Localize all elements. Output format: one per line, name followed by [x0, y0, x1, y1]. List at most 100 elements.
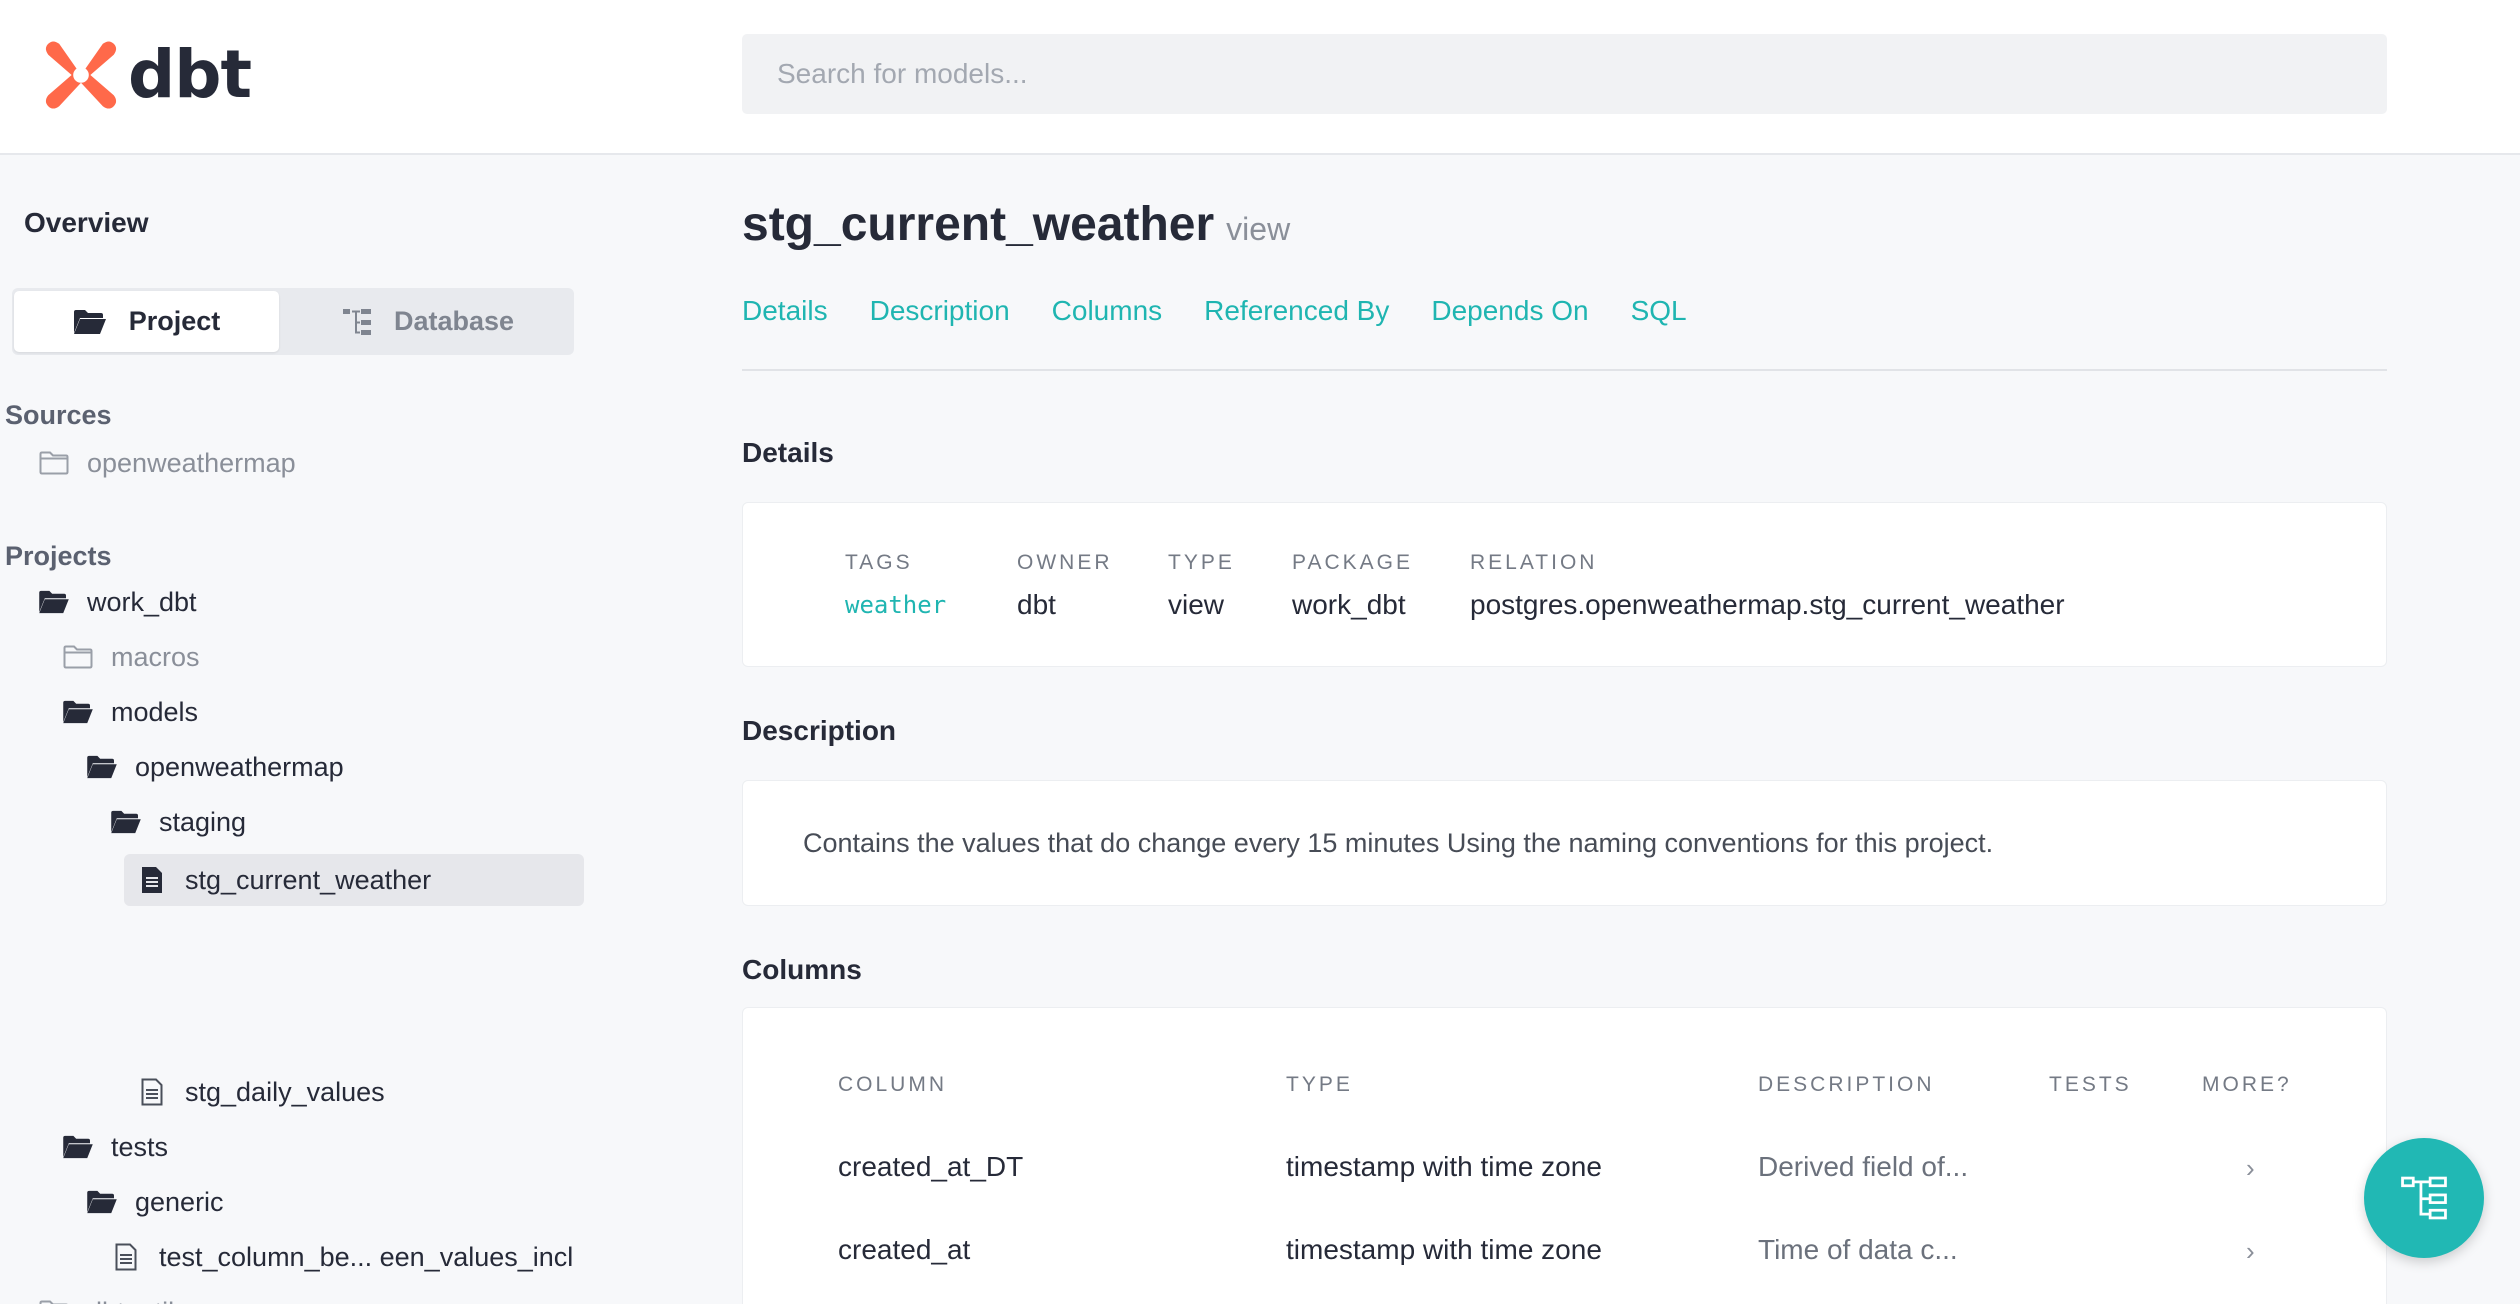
tree-item-dbt-utils[interactable]: dbt_utils	[38, 1286, 188, 1304]
tree-item-tests[interactable]: tests	[62, 1121, 168, 1173]
detail-value: work_dbt	[1292, 589, 1406, 620]
folder-closed-icon	[38, 1300, 70, 1304]
tag-link[interactable]: weather	[845, 591, 946, 619]
dbt-logo-mark-icon	[45, 41, 117, 109]
detail-value: view	[1168, 589, 1225, 620]
file-outline-icon	[110, 1243, 142, 1271]
sidebar: Overview Project Database Sources openwe…	[0, 157, 600, 1304]
tree-item-label: work_dbt	[87, 586, 197, 617]
columns-heading: Columns	[742, 954, 862, 985]
tree-item-macros[interactable]: macros	[62, 631, 200, 683]
column-header-column: COLUMN	[838, 1073, 948, 1096]
projects-title: Projects	[5, 541, 112, 571]
detail-value: dbt	[1017, 589, 1056, 620]
tree-item-label: test_column_be... een_values_incl	[159, 1241, 574, 1272]
column-description: Time of data c...	[1758, 1234, 1958, 1265]
detail-label: PACKAGE	[1292, 551, 1413, 574]
column-name: created_at	[838, 1234, 971, 1265]
top-header: dbt	[0, 0, 2520, 155]
tree-item-label: stg_daily_values	[185, 1076, 385, 1107]
tab-sql[interactable]: SQL	[1631, 295, 1687, 327]
tree-item-label: generic	[135, 1186, 224, 1217]
folder-open-icon	[62, 1135, 94, 1159]
column-header-more: MORE?	[2202, 1073, 2292, 1096]
tree-item-label: openweathermap	[135, 751, 344, 782]
chevron-right-icon[interactable]: ›	[2246, 1153, 2255, 1184]
file-outline-icon	[136, 1078, 168, 1106]
folder-open-icon	[62, 700, 94, 724]
details-card: TAGS weather OWNER dbt TYPE view PACKAGE…	[742, 502, 2387, 667]
details-heading: Details	[742, 437, 834, 468]
database-toggle-button[interactable]: Database	[284, 291, 572, 352]
detail-label: TYPE	[1168, 551, 1235, 574]
detail-tags: TAGS weather	[845, 551, 946, 619]
database-toggle-label: Database	[393, 306, 515, 336]
tab-columns[interactable]: Columns	[1052, 295, 1162, 327]
column-header-description: DESCRIPTION	[1758, 1073, 1935, 1096]
detail-relation: RELATION postgres.openweathermap.stg_cur…	[1470, 551, 2065, 621]
folder-open-icon	[38, 590, 70, 614]
model-header: stg_current_weather view	[742, 197, 1290, 252]
tree-item-generic[interactable]: generic	[86, 1176, 224, 1228]
folder-open-icon	[86, 755, 118, 779]
page-title: stg_current_weather	[742, 198, 1215, 251]
table-row[interactable]: created_at timestamp with time zone Time…	[743, 1210, 2388, 1292]
tree-item-stg-daily-values[interactable]: stg_daily_values	[136, 1066, 385, 1118]
tree-item-stg-current-weather[interactable]: stg_current_weather	[124, 854, 584, 906]
tree-item-label: tests	[111, 1131, 169, 1162]
tree-item-label: dbt_utils	[87, 1297, 188, 1304]
search-input[interactable]	[742, 34, 2387, 114]
columns-card: COLUMN TYPE DESCRIPTION TESTS MORE? crea…	[742, 1007, 2387, 1304]
tree-item-label: macros	[111, 641, 200, 672]
file-filled-icon	[136, 866, 168, 894]
folder-open-icon	[110, 810, 142, 834]
tree-item-label: models	[111, 696, 199, 727]
tree-item-label: staging	[159, 806, 247, 837]
source-item-openweathermap[interactable]: openweathermap	[38, 437, 296, 489]
detail-label: TAGS	[845, 551, 913, 574]
detail-type: TYPE view	[1168, 551, 1235, 621]
chevron-right-icon[interactable]: ›	[2246, 1236, 2255, 1267]
detail-label: RELATION	[1470, 551, 1598, 574]
tree-item-label: stg_current_weather	[185, 864, 432, 895]
lineage-tree-icon	[2401, 1176, 2447, 1220]
project-toggle-label: Project	[128, 306, 221, 336]
sources-title: Sources	[5, 400, 112, 430]
folder-closed-icon	[38, 451, 70, 475]
tree-item-staging[interactable]: staging	[110, 796, 246, 848]
tree-item-label: openweathermap	[87, 447, 296, 478]
tree-item-work-dbt[interactable]: work_dbt	[38, 576, 197, 628]
dbt-logo[interactable]: dbt	[42, 36, 252, 114]
project-database-toggle: Project Database	[12, 288, 574, 355]
column-description: Derived field of...	[1758, 1151, 1969, 1182]
detail-package: PACKAGE work_dbt	[1292, 551, 1413, 621]
tab-depends-on[interactable]: Depends On	[1431, 295, 1588, 327]
project-toggle-button[interactable]: Project	[14, 291, 279, 352]
column-header-type: TYPE	[1286, 1073, 1353, 1096]
logo-text: dbt	[128, 36, 252, 113]
tab-details[interactable]: Details	[742, 295, 828, 327]
table-row[interactable]: created_at_DT timestamp with time zone D…	[743, 1127, 2388, 1209]
tree-item-openweathermap[interactable]: openweathermap	[86, 741, 344, 793]
tree-item-models[interactable]: models	[62, 686, 198, 738]
section-tabs: Details Description Columns Referenced B…	[742, 295, 1729, 327]
description-heading: Description	[742, 715, 897, 746]
overview-link[interactable]: Overview	[24, 207, 149, 239]
column-name: created_at_DT	[838, 1151, 1024, 1182]
detail-value: postgres.openweathermap.stg_current_weat…	[1470, 589, 2065, 620]
database-tree-icon	[342, 308, 371, 335]
folder-open-icon	[73, 309, 106, 334]
folder-open-icon	[86, 1190, 118, 1214]
tabs-divider	[742, 369, 2387, 371]
column-type: timestamp with time zone	[1286, 1151, 1602, 1182]
tree-item-test-column[interactable]: test_column_be... een_values_incl	[110, 1231, 573, 1283]
description-card: Contains the values that do change every…	[742, 780, 2387, 906]
description-text: Contains the values that do change every…	[803, 828, 1994, 858]
tab-referenced-by[interactable]: Referenced By	[1204, 295, 1389, 327]
model-kind-label: view	[1226, 211, 1291, 247]
folder-closed-icon	[62, 645, 94, 669]
tab-description[interactable]: Description	[870, 295, 1010, 327]
lineage-graph-button[interactable]	[2364, 1138, 2484, 1258]
detail-label: OWNER	[1017, 551, 1113, 574]
column-type: timestamp with time zone	[1286, 1234, 1602, 1265]
